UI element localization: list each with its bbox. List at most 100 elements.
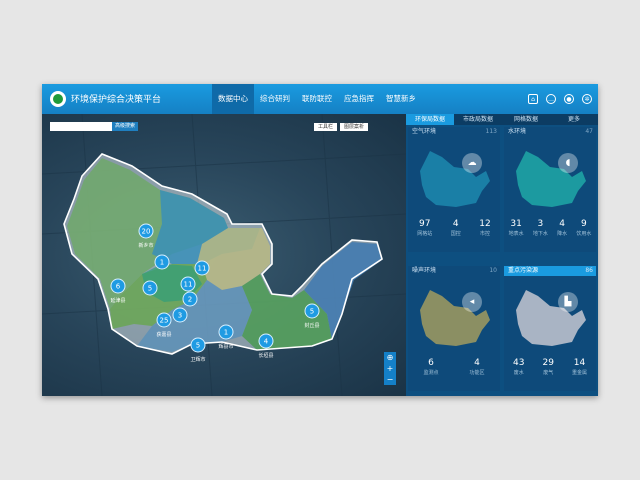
card-stats: 31 地表水 3 地下水 4 降水 9 饮用水 xyxy=(504,219,596,237)
card-stats: 97 网格站 4 国控 12 市控 xyxy=(408,219,500,237)
marker-count: 5 xyxy=(196,342,200,350)
data-source-tabs: 环保局数据 市政局数据 网格数据 更多 xyxy=(406,114,598,125)
message-icon[interactable]: … xyxy=(546,94,556,104)
card-water[interactable]: 水环境 47 ◖ 31 地表水 3 地下水 4 降水 9 饮用水 xyxy=(504,127,596,252)
marker-place-name: 延津县 xyxy=(110,297,125,304)
stat-value: 3 xyxy=(537,219,544,229)
advanced-search-button[interactable]: 高级搜索 xyxy=(112,122,139,131)
marker-count: 20 xyxy=(142,228,151,236)
water-drop-icon: ◖ xyxy=(558,153,578,173)
nav-item-smart-city[interactable]: 智慧新乡 xyxy=(380,84,422,114)
stat-value: 4 xyxy=(474,358,480,368)
card-count: 86 xyxy=(585,267,593,274)
card-stats: 6 监测点 4 功能区 xyxy=(408,358,500,376)
marker-count: 1 xyxy=(160,259,164,267)
nav-item-analysis[interactable]: 综合研判 xyxy=(254,84,296,114)
card-pollution-source[interactable]: 重点污染源 86 ▙ 43 废水 29 废气 14 重金属 xyxy=(504,266,596,391)
map-search: 高级搜索 xyxy=(50,122,139,131)
stat-value: 6 xyxy=(428,358,434,368)
stat-label: 废水 xyxy=(513,370,524,376)
map-marker[interactable]: 2 xyxy=(182,291,198,307)
marker-count: 4 xyxy=(264,338,269,346)
factory-icon: ▙ xyxy=(558,292,578,312)
stat-value: 12 xyxy=(479,219,491,229)
toolbox-button[interactable]: 工具栏 xyxy=(314,123,338,131)
cloud-icon: ☁ xyxy=(462,153,482,173)
top-bar: 环境保护综合决策平台 数据中心 综合研判 联防联控 应急指挥 智慧新乡 ⌂ … … xyxy=(42,84,598,114)
stat-value: 31 xyxy=(510,219,522,229)
stat-value: 14 xyxy=(573,358,586,368)
stat-label: 地表水 xyxy=(508,231,524,237)
card-count: 113 xyxy=(485,128,497,135)
stat: 14 重金属 xyxy=(572,358,587,376)
map-marker[interactable]: 11 xyxy=(180,276,196,292)
tab-epb-data[interactable]: 环保局数据 xyxy=(406,114,454,125)
marker-count: 11 xyxy=(184,281,193,289)
marker-count: 2 xyxy=(188,296,192,304)
card-noise[interactable]: 噪声环境 10 ◂ 6 监测点 4 功能区 xyxy=(408,266,500,391)
region-silhouette xyxy=(516,290,586,346)
stat-value: 9 xyxy=(581,219,587,229)
stat: 3 地下水 xyxy=(533,219,548,237)
marker-count: 11 xyxy=(198,265,207,273)
nav-item-emergency[interactable]: 应急指挥 xyxy=(338,84,380,114)
stat-label: 监测点 xyxy=(423,370,439,376)
stat: 6 监测点 xyxy=(423,358,438,376)
stat-value: 43 xyxy=(513,358,525,368)
user-icon[interactable]: ● xyxy=(564,94,574,104)
marker-place-name: 辉县市 xyxy=(218,343,233,350)
nav-item-data-center[interactable]: 数据中心 xyxy=(212,84,254,114)
card-header: 空气环境 113 xyxy=(408,127,500,137)
region-silhouette xyxy=(420,151,490,207)
zoom-control: ⊕ + − xyxy=(384,352,396,385)
marker-count: 5 xyxy=(310,308,314,316)
layer-analysis-button[interactable]: 图层案析 xyxy=(340,123,369,131)
map-view[interactable]: 20 新乡市 1 11 6 延津县 5 11 2 3 25 获嘉县 1 辉县市 5 封丘县 4 长垣县 5 卫辉市 高… xyxy=(42,114,406,396)
speaker-icon: ◂ xyxy=(462,292,482,312)
card-header: 水环境 47 xyxy=(504,127,596,137)
locate-icon[interactable]: ⊕ xyxy=(387,352,394,363)
settings-icon[interactable]: ✲ xyxy=(582,94,592,104)
zoom-out-button[interactable]: − xyxy=(387,374,394,385)
tab-more[interactable]: 更多 xyxy=(550,114,598,125)
marker-place-name: 卫辉市 xyxy=(190,356,205,363)
map-marker[interactable]: 5 卫辉市 xyxy=(190,337,206,363)
map-marker[interactable]: 5 xyxy=(142,280,158,296)
marker-count: 1 xyxy=(224,329,228,337)
right-panel: 环保局数据 市政局数据 网格数据 更多 空气环境 113 ☁ 97 网格站 4 国控 … xyxy=(406,114,598,396)
card-title: 重点污染源 xyxy=(508,267,539,274)
stat-value: 29 xyxy=(542,358,554,368)
stat-label: 网格站 xyxy=(417,231,433,237)
tab-municipal-data[interactable]: 市政局数据 xyxy=(454,114,502,125)
map-marker[interactable]: 11 xyxy=(194,260,210,276)
main-nav: 数据中心 综合研判 联防联控 应急指挥 智慧新乡 xyxy=(212,84,422,114)
marker-count: 5 xyxy=(148,285,152,293)
map-marker[interactable]: 3 xyxy=(172,307,188,323)
stat: 4 降水 xyxy=(557,219,567,237)
marker-count: 3 xyxy=(178,312,182,320)
stat: 43 废水 xyxy=(513,358,524,376)
stat: 97 网格站 xyxy=(417,219,432,237)
card-header: 噪声环境 10 xyxy=(408,266,500,276)
card-count: 10 xyxy=(489,267,497,274)
stat: 31 地表水 xyxy=(509,219,524,237)
map-search-input[interactable] xyxy=(50,122,112,131)
app-logo xyxy=(50,91,66,107)
marker-count: 25 xyxy=(160,317,169,325)
nav-item-joint-control[interactable]: 联防联控 xyxy=(296,84,338,114)
zoom-in-button[interactable]: + xyxy=(387,363,394,374)
home-icon[interactable]: ⌂ xyxy=(528,94,538,104)
stat-value: 97 xyxy=(419,219,431,229)
stat-label: 功能区 xyxy=(469,370,485,376)
stat-label: 重金属 xyxy=(571,370,587,376)
stat-label: 废气 xyxy=(543,370,554,376)
map-marker[interactable]: 1 xyxy=(154,254,170,270)
stat-value: 4 xyxy=(452,219,459,229)
stat: 4 功能区 xyxy=(469,358,484,376)
card-air[interactable]: 空气环境 113 ☁ 97 网格站 4 国控 12 市控 xyxy=(408,127,500,252)
stat: 9 饮用水 xyxy=(576,219,591,237)
stat-label: 降水 xyxy=(557,231,568,237)
stat-value: 4 xyxy=(559,219,565,229)
stat: 29 废气 xyxy=(542,358,553,376)
tab-grid-data[interactable]: 网格数据 xyxy=(502,114,550,125)
